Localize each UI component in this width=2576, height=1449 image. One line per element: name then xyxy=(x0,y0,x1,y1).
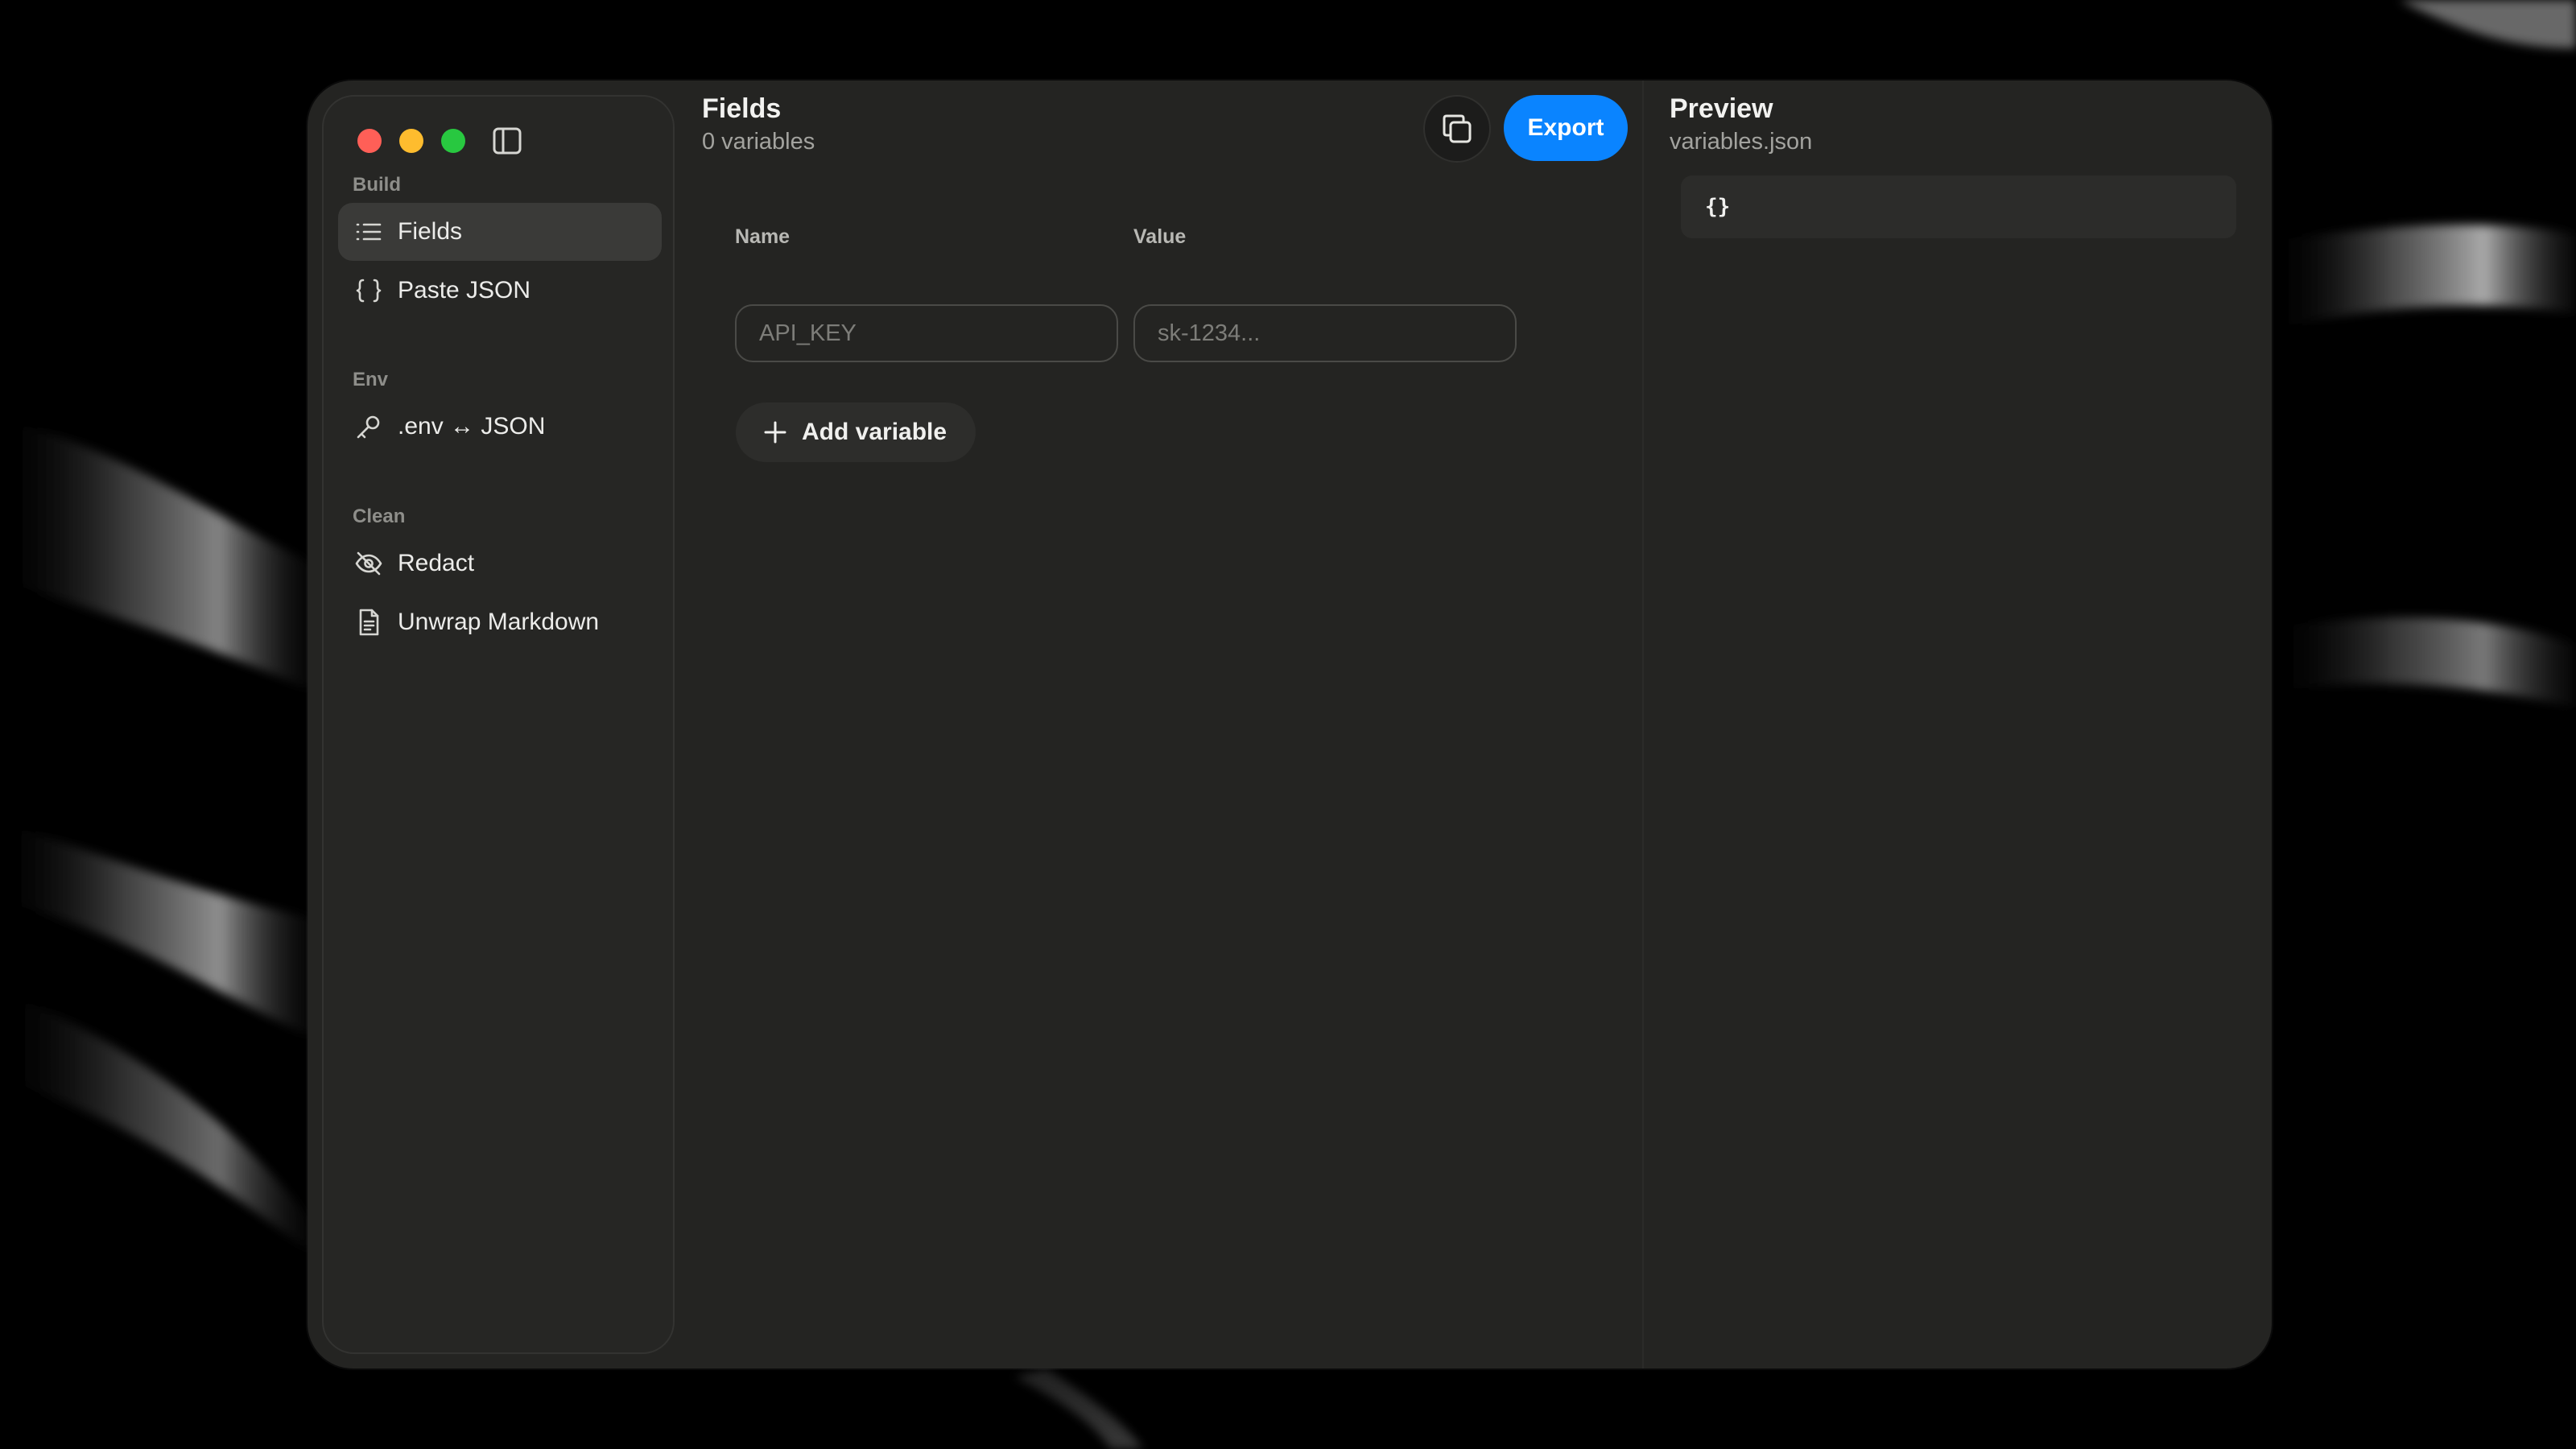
variable-value-input[interactable] xyxy=(1133,304,1517,362)
key-icon xyxy=(353,411,385,443)
plus-icon xyxy=(763,420,787,444)
section-label-clean: Clean xyxy=(353,506,406,527)
sidebar-item-fields[interactable]: Fields xyxy=(338,203,662,261)
page-title: Fields xyxy=(702,93,782,124)
app-window: Build Fields Paste JSON Env .env ↔ JSON … xyxy=(308,80,2272,1368)
sidebar-item-label: Redact xyxy=(398,550,475,576)
list-icon xyxy=(353,216,385,248)
variable-name-input[interactable] xyxy=(735,304,1118,362)
close-window-button[interactable] xyxy=(357,129,382,153)
sidebar-item-redact[interactable]: Redact xyxy=(338,535,662,592)
add-variable-button[interactable]: Add variable xyxy=(736,402,976,462)
copy-icon xyxy=(1443,114,1472,143)
sidebar: Build Fields Paste JSON Env .env ↔ JSON … xyxy=(322,95,675,1354)
traffic-lights xyxy=(357,129,465,153)
variable-count: 0 variables xyxy=(702,129,815,155)
preview-title: Preview xyxy=(1670,93,1773,124)
braces-icon xyxy=(353,275,385,307)
column-header-name: Name xyxy=(735,225,791,248)
sidebar-item-label: Paste JSON xyxy=(398,277,531,303)
json-preview: {} xyxy=(1681,175,2236,238)
minimize-window-button[interactable] xyxy=(399,129,423,153)
section-label-build: Build xyxy=(353,174,401,196)
copy-button[interactable] xyxy=(1423,95,1491,163)
section-label-env: Env xyxy=(353,369,389,390)
document-icon xyxy=(353,606,385,638)
sidebar-item-paste-json[interactable]: Paste JSON xyxy=(338,262,662,320)
sidebar-item-unwrap-markdown[interactable]: Unwrap Markdown xyxy=(338,593,662,651)
export-button[interactable]: Export xyxy=(1504,95,1628,161)
sidebar-item-label: Unwrap Markdown xyxy=(398,609,600,635)
sidebar-icon xyxy=(493,127,522,155)
json-preview-code: {} xyxy=(1705,195,1731,219)
sidebar-item-label: .env ↔ JSON xyxy=(398,413,546,440)
eye-off-icon xyxy=(353,547,385,580)
column-header-value: Value xyxy=(1133,225,1187,248)
sidebar-item-env-json[interactable]: .env ↔ JSON xyxy=(338,398,662,456)
panel-divider xyxy=(1642,80,1644,1368)
sidebar-toggle-button[interactable] xyxy=(491,126,523,156)
preview-filename: variables.json xyxy=(1670,129,1813,155)
sidebar-item-label: Fields xyxy=(398,218,463,245)
zoom-window-button[interactable] xyxy=(441,129,465,153)
add-variable-label: Add variable xyxy=(802,419,947,445)
